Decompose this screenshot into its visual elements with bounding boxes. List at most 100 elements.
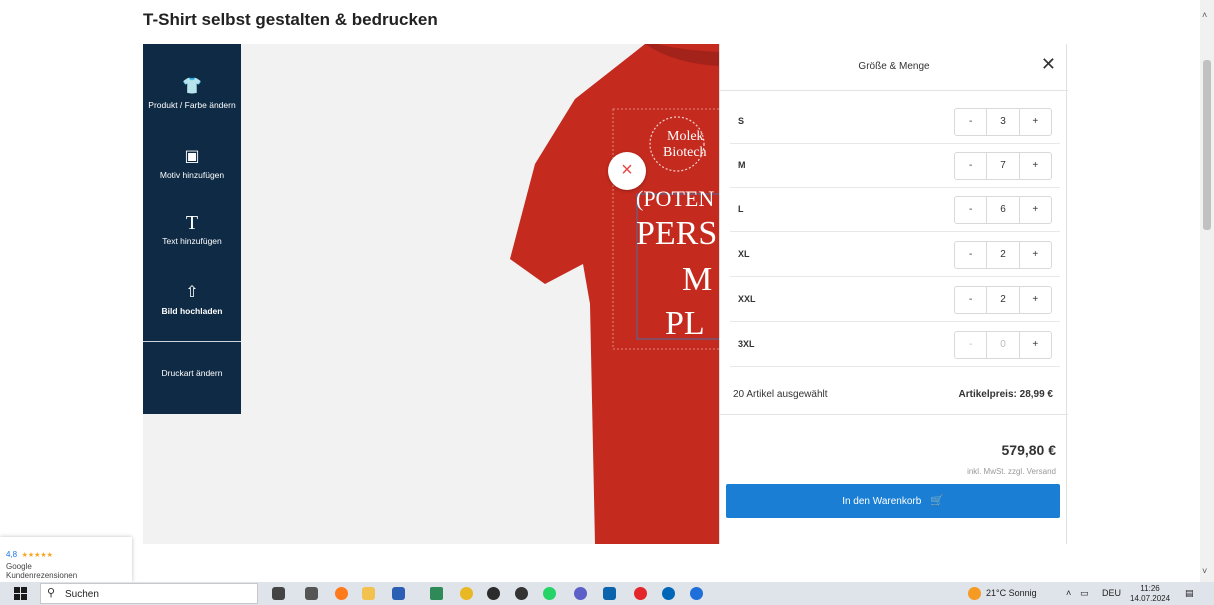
scroll-down-icon[interactable]: ˅ bbox=[1202, 566, 1207, 576]
rating-score: 4,8 bbox=[6, 550, 18, 559]
whatsapp-icon[interactable] bbox=[543, 587, 556, 600]
search-icon: ⚲ bbox=[47, 587, 56, 599]
quantity-input[interactable]: 7 bbox=[986, 153, 1020, 179]
firefox-icon[interactable] bbox=[335, 587, 348, 600]
tool-change-print-type[interactable]: Druckart ändern bbox=[143, 368, 241, 378]
image-icon: ▣ bbox=[184, 148, 200, 165]
design-tool-sidebar: 👕 Produkt / Farbe ändern ▣ Motiv hinzufü… bbox=[143, 44, 241, 414]
task-view-icon[interactable] bbox=[272, 587, 285, 600]
design-text-line1: (POTEN bbox=[636, 186, 714, 211]
quantity-input[interactable]: 0 bbox=[986, 332, 1020, 358]
google-rating-widget[interactable]: 4,8 ★★★★★ Google Kundenrezensionen bbox=[0, 537, 132, 582]
add-to-cart-button[interactable]: In den Warenkorb 🛒 bbox=[726, 484, 1060, 518]
tool-upload-image[interactable]: ⇧ Bild hochladen bbox=[143, 284, 241, 316]
size-label: XXL bbox=[738, 294, 756, 304]
sidebar-divider bbox=[143, 341, 241, 342]
clock-time: 11:26 bbox=[1140, 584, 1160, 593]
unit-price: Artikelpreis: 28,99 € bbox=[958, 389, 1054, 400]
size-row-xl: XL - 2 + bbox=[730, 233, 1060, 277]
decrease-button[interactable]: - bbox=[955, 332, 986, 358]
search-placeholder: Suchen bbox=[65, 589, 99, 600]
size-row-s: S - 3 + bbox=[730, 100, 1060, 144]
tool-label: Druckart ändern bbox=[161, 368, 223, 378]
file-explorer-icon[interactable] bbox=[362, 587, 375, 600]
tool-label: Text hinzufügen bbox=[162, 236, 222, 246]
size-label: S bbox=[738, 116, 745, 126]
tool-change-product[interactable]: 👕 Produkt / Farbe ändern bbox=[143, 78, 241, 110]
decrease-button[interactable]: - bbox=[955, 242, 986, 268]
size-quantity-panel: Größe & Menge ✕ S - 3 + M - 7 + L - 6 + bbox=[719, 44, 1068, 544]
tool-add-text[interactable]: T Text hinzufügen bbox=[143, 213, 241, 246]
size-label: 3XL bbox=[738, 339, 755, 349]
tax-note: inkl. MwSt. zzgl. Versand bbox=[967, 467, 1056, 476]
increase-button[interactable]: + bbox=[1020, 332, 1051, 358]
decrease-button[interactable]: - bbox=[955, 153, 986, 179]
word-icon[interactable] bbox=[392, 587, 405, 600]
app-icon[interactable] bbox=[487, 587, 500, 600]
logo-line2: Biotech bbox=[663, 145, 707, 160]
size-label: XL bbox=[738, 249, 750, 259]
taskbar-clock[interactable]: 11:26 14.07.2024 bbox=[1130, 584, 1170, 604]
windows-taskbar: ⚲ Suchen 21°C Sonnig ˄ ▭ DEU 11:26 14.07… bbox=[0, 582, 1214, 605]
quantity-stepper: - 3 + bbox=[954, 108, 1052, 136]
decrease-button[interactable]: - bbox=[955, 109, 986, 135]
quantity-input[interactable]: 6 bbox=[986, 197, 1020, 223]
increase-button[interactable]: + bbox=[1020, 109, 1051, 135]
increase-button[interactable]: + bbox=[1020, 287, 1051, 313]
increase-button[interactable]: + bbox=[1020, 242, 1051, 268]
tool-label: Produkt / Farbe ändern bbox=[148, 100, 236, 110]
app-icon[interactable] bbox=[662, 587, 675, 600]
network-icon[interactable]: ▭ bbox=[1080, 588, 1089, 599]
cart-button-label: In den Warenkorb bbox=[842, 496, 922, 507]
windows-start-icon[interactable] bbox=[14, 587, 27, 600]
vertical-scrollbar[interactable]: ˄ ˅ bbox=[1200, 0, 1214, 582]
quantity-stepper: - 0 + bbox=[954, 331, 1052, 359]
remove-element-button[interactable]: × bbox=[608, 152, 646, 190]
clock-date: 14.07.2024 bbox=[1130, 594, 1171, 603]
increase-button[interactable]: + bbox=[1020, 153, 1051, 179]
app-icon[interactable] bbox=[515, 587, 528, 600]
decrease-button[interactable]: - bbox=[955, 287, 986, 313]
logo-line1: Molek bbox=[667, 129, 704, 144]
tshirt-preview[interactable]: Molek Biotech (POTEN PERS M PL bbox=[505, 44, 720, 544]
app-icon[interactable] bbox=[690, 587, 703, 600]
weather-icon[interactable] bbox=[968, 587, 981, 600]
page-title: T-Shirt selbst gestalten & bedrucken bbox=[143, 10, 438, 29]
opera-icon[interactable] bbox=[634, 587, 647, 600]
size-label: L bbox=[738, 204, 744, 214]
cloud-upload-icon: ⇧ bbox=[185, 284, 199, 301]
size-row-xxl: XXL - 2 + bbox=[730, 278, 1060, 322]
rating-source: Google bbox=[6, 562, 32, 571]
design-text-line4: PL bbox=[665, 305, 705, 342]
quantity-input[interactable]: 3 bbox=[986, 109, 1020, 135]
excel-icon[interactable] bbox=[430, 587, 443, 600]
weather-text[interactable]: 21°C Sonnig bbox=[986, 588, 1037, 598]
tool-add-motif[interactable]: ▣ Motiv hinzufügen bbox=[143, 148, 241, 180]
language-indicator[interactable]: DEU bbox=[1102, 588, 1121, 598]
scroll-thumb[interactable] bbox=[1203, 60, 1211, 230]
notification-icon[interactable]: ▤ bbox=[1185, 588, 1194, 599]
taskbar-search[interactable]: ⚲ Suchen bbox=[40, 583, 258, 604]
design-text-line3: M bbox=[682, 261, 712, 298]
onenote-icon[interactable] bbox=[305, 587, 318, 600]
size-row-m: M - 7 + bbox=[730, 144, 1060, 188]
close-icon: × bbox=[621, 159, 633, 181]
panel-title: Größe & Menge bbox=[858, 61, 930, 72]
size-label: M bbox=[738, 160, 746, 170]
decrease-button[interactable]: - bbox=[955, 197, 986, 223]
scroll-up-icon[interactable]: ˄ bbox=[1202, 10, 1207, 20]
selected-count: 20 Artikel ausgewählt bbox=[733, 389, 828, 400]
tool-label: Motiv hinzufügen bbox=[159, 170, 225, 180]
outlook-icon[interactable] bbox=[603, 587, 616, 600]
increase-button[interactable]: + bbox=[1020, 197, 1051, 223]
size-row-3xl: 3XL - 0 + bbox=[730, 323, 1060, 367]
divider bbox=[720, 414, 1068, 415]
close-icon[interactable]: ✕ bbox=[1041, 54, 1056, 75]
teams-icon[interactable] bbox=[574, 587, 587, 600]
quantity-stepper: - 7 + bbox=[954, 152, 1052, 180]
quantity-input[interactable]: 2 bbox=[986, 242, 1020, 268]
chrome-icon[interactable] bbox=[460, 587, 473, 600]
chevron-up-icon[interactable]: ˄ bbox=[1066, 588, 1071, 598]
quantity-input[interactable]: 2 bbox=[986, 287, 1020, 313]
divider bbox=[720, 90, 1068, 91]
